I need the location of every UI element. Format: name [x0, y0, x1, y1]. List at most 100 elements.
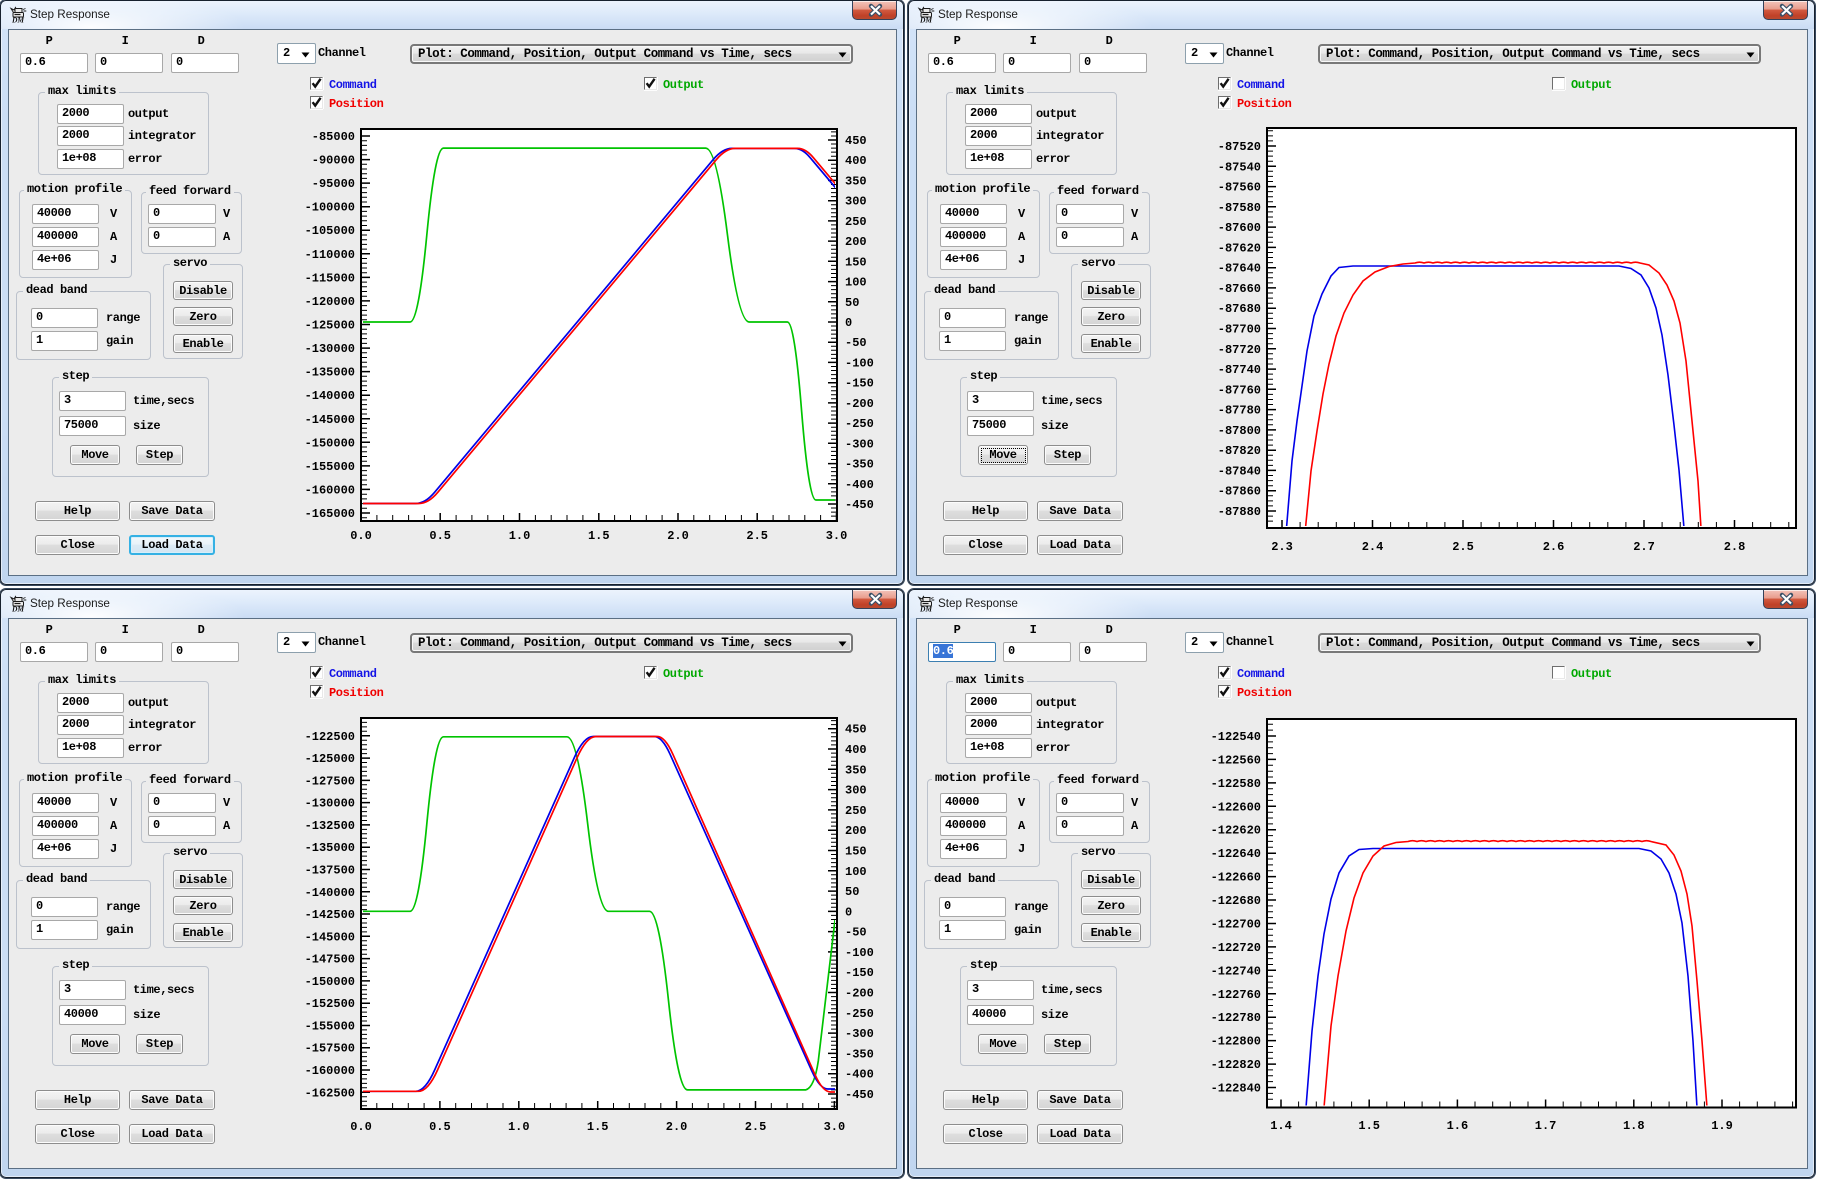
svg-text:-250: -250 — [845, 417, 874, 431]
svg-text:-130000: -130000 — [305, 797, 355, 811]
svg-text:50: 50 — [845, 885, 859, 899]
svg-text:-87760: -87760 — [1218, 383, 1261, 397]
svg-text:-122840: -122840 — [1211, 1082, 1261, 1096]
svg-text:-122660: -122660 — [1211, 871, 1261, 885]
svg-text:-350: -350 — [845, 458, 874, 472]
svg-text:-450: -450 — [845, 498, 874, 512]
svg-text:0.0: 0.0 — [350, 529, 372, 543]
svg-text:-162500: -162500 — [305, 1086, 355, 1100]
svg-text:-115000: -115000 — [305, 271, 355, 285]
svg-text:300: 300 — [845, 195, 867, 209]
svg-text:-50: -50 — [845, 336, 867, 350]
svg-text:-122540: -122540 — [1211, 730, 1261, 744]
svg-text:-155000: -155000 — [305, 1020, 355, 1034]
svg-text:2.0: 2.0 — [667, 529, 689, 543]
svg-text:2.7: 2.7 — [1633, 540, 1655, 554]
svg-text:-87820: -87820 — [1218, 444, 1261, 458]
svg-text:-157500: -157500 — [305, 1042, 355, 1056]
svg-text:0.5: 0.5 — [429, 529, 451, 543]
svg-text:300: 300 — [845, 784, 867, 798]
svg-text:200: 200 — [845, 235, 867, 249]
svg-text:1.0: 1.0 — [509, 529, 531, 543]
svg-text:-120000: -120000 — [305, 295, 355, 309]
svg-text:200: 200 — [845, 824, 867, 838]
svg-text:1.6: 1.6 — [1447, 1119, 1469, 1133]
svg-text:-87620: -87620 — [1218, 241, 1261, 255]
svg-text:-122820: -122820 — [1211, 1058, 1261, 1072]
svg-text:400: 400 — [845, 743, 867, 757]
svg-text:350: 350 — [845, 763, 867, 777]
svg-text:150: 150 — [845, 845, 867, 859]
svg-text:-87780: -87780 — [1218, 404, 1261, 418]
svg-text:-145000: -145000 — [305, 413, 355, 427]
svg-text:-122620: -122620 — [1211, 824, 1261, 838]
svg-text:-400: -400 — [845, 478, 874, 492]
svg-text:0.5: 0.5 — [429, 1120, 451, 1134]
svg-text:2.3: 2.3 — [1271, 540, 1293, 554]
svg-text:-87600: -87600 — [1218, 221, 1261, 235]
svg-text:0: 0 — [845, 905, 852, 919]
svg-text:-122640: -122640 — [1211, 847, 1261, 861]
svg-text:-87740: -87740 — [1218, 363, 1261, 377]
svg-text:-450: -450 — [845, 1088, 874, 1102]
svg-text:350: 350 — [845, 174, 867, 188]
svg-text:-250: -250 — [845, 1007, 874, 1021]
svg-text:-87800: -87800 — [1218, 424, 1261, 438]
svg-text:-300: -300 — [845, 1027, 874, 1041]
svg-text:-122560: -122560 — [1211, 753, 1261, 767]
svg-text:2.5: 2.5 — [746, 529, 768, 543]
svg-text:-135000: -135000 — [305, 841, 355, 855]
svg-text:-87700: -87700 — [1218, 323, 1261, 337]
svg-text:2.8: 2.8 — [1724, 540, 1746, 554]
svg-text:-150: -150 — [845, 966, 874, 980]
svg-text:-90000: -90000 — [312, 154, 355, 168]
svg-text:-85000: -85000 — [312, 130, 355, 144]
svg-text:2.5: 2.5 — [1452, 540, 1474, 554]
svg-text:1.5: 1.5 — [587, 1120, 609, 1134]
svg-text:1.7: 1.7 — [1535, 1119, 1557, 1133]
svg-text:-87520: -87520 — [1218, 140, 1261, 154]
svg-text:1.4: 1.4 — [1270, 1119, 1292, 1133]
svg-text:-147500: -147500 — [305, 953, 355, 967]
svg-text:-122700: -122700 — [1211, 918, 1261, 932]
svg-text:3.0: 3.0 — [824, 1120, 846, 1134]
svg-text:-87880: -87880 — [1218, 505, 1261, 519]
svg-text:-110000: -110000 — [305, 248, 355, 262]
svg-text:-125000: -125000 — [305, 319, 355, 333]
svg-text:-165000: -165000 — [305, 507, 355, 521]
svg-text:-150: -150 — [845, 377, 874, 391]
svg-text:-127500: -127500 — [305, 774, 355, 788]
svg-text:-200: -200 — [845, 987, 874, 1001]
svg-text:-140000: -140000 — [305, 886, 355, 900]
svg-text:-150000: -150000 — [305, 436, 355, 450]
svg-text:50: 50 — [845, 296, 859, 310]
svg-text:-87680: -87680 — [1218, 302, 1261, 316]
svg-text:-137500: -137500 — [305, 864, 355, 878]
svg-text:-95000: -95000 — [312, 177, 355, 191]
svg-text:-122760: -122760 — [1211, 988, 1261, 1002]
svg-text:2.0: 2.0 — [666, 1120, 688, 1134]
svg-text:100: 100 — [845, 276, 867, 290]
svg-text:-87580: -87580 — [1218, 201, 1261, 215]
svg-text:-160000: -160000 — [305, 1064, 355, 1078]
svg-text:100: 100 — [845, 865, 867, 879]
svg-text:-125000: -125000 — [305, 752, 355, 766]
svg-text:0.0: 0.0 — [350, 1120, 372, 1134]
svg-text:-145000: -145000 — [305, 930, 355, 944]
svg-text:-87560: -87560 — [1218, 181, 1261, 195]
svg-text:-87720: -87720 — [1218, 343, 1261, 357]
svg-text:-122780: -122780 — [1211, 1011, 1261, 1025]
svg-text:-87840: -87840 — [1218, 464, 1261, 478]
svg-text:1.5: 1.5 — [588, 529, 610, 543]
svg-text:2.4: 2.4 — [1362, 540, 1384, 554]
svg-text:-50: -50 — [845, 926, 867, 940]
svg-text:-100: -100 — [845, 946, 874, 960]
svg-text:2.6: 2.6 — [1543, 540, 1565, 554]
svg-text:-300: -300 — [845, 437, 874, 451]
svg-text:400: 400 — [845, 154, 867, 168]
svg-text:-142500: -142500 — [305, 908, 355, 922]
svg-text:-100000: -100000 — [305, 201, 355, 215]
svg-text:0: 0 — [845, 316, 852, 330]
svg-text:-100: -100 — [845, 356, 874, 370]
svg-text:-122580: -122580 — [1211, 777, 1261, 791]
